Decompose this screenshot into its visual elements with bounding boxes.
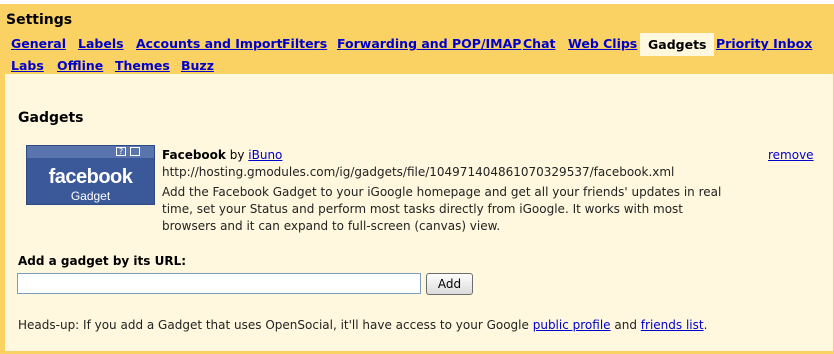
tab-themes[interactable]: Themes: [115, 56, 170, 76]
by-text: by: [229, 148, 245, 162]
tab-labs[interactable]: Labs: [11, 56, 44, 76]
tab-offline[interactable]: Offline: [57, 56, 103, 76]
gadget-author-link[interactable]: iBuno: [248, 148, 282, 162]
tab-web-clips[interactable]: Web Clips: [568, 34, 637, 54]
tab-accounts-and-import[interactable]: Accounts and Import: [136, 34, 283, 54]
gadget-url-input[interactable]: [17, 273, 421, 294]
tab-filters[interactable]: Filters: [282, 34, 327, 54]
headsup-note: Heads-up: If you add a Gadget that uses …: [18, 318, 707, 332]
tab-chat[interactable]: Chat: [523, 34, 555, 54]
facebook-logo: facebook: [48, 166, 133, 188]
tab-buzz[interactable]: Buzz: [181, 56, 214, 76]
add-gadget-button[interactable]: Add: [426, 273, 473, 295]
headsup-text: Heads-up: If you add a Gadget that uses …: [18, 318, 529, 332]
facebook-gadget-thumbnail: ? facebook Gadget: [26, 145, 155, 205]
period-text: .: [703, 318, 708, 332]
add-gadget-label: Add a gadget by its URL:: [18, 254, 187, 268]
gadget-url: http://hosting.gmodules.com/ig/gadgets/f…: [162, 165, 675, 179]
public-profile-link[interactable]: public profile: [533, 318, 611, 332]
gadget-name: Facebook: [162, 148, 226, 162]
friends-list-link[interactable]: friends list: [641, 318, 704, 332]
tab-priority-inbox[interactable]: Priority Inbox: [716, 34, 812, 54]
thumbnail-subtitle: Gadget: [70, 189, 111, 203]
tab-forwarding-and-pop-imap[interactable]: Forwarding and POP/IMAP: [337, 34, 521, 54]
help-icon: ?: [116, 147, 126, 156]
tab-general[interactable]: General: [11, 34, 66, 54]
and-text: and: [614, 318, 637, 332]
tab-labels[interactable]: Labels: [78, 34, 124, 54]
settings-frame: Settings General Labels Accounts and Imp…: [0, 4, 834, 354]
gadget-description: Add the Facebook Gadget to your iGoogle …: [162, 185, 722, 233]
gadgets-panel: Gadgets ? facebook Gadget Facebook by iB…: [5, 74, 833, 351]
gadget-name-line: Facebook by iBuno: [162, 148, 282, 162]
section-title: Gadgets: [18, 110, 84, 126]
tab-gadgets[interactable]: Gadgets: [640, 33, 715, 56]
maximize-icon: [130, 147, 140, 156]
remove-gadget-link[interactable]: remove: [768, 148, 814, 162]
page-title: Settings: [6, 12, 73, 28]
